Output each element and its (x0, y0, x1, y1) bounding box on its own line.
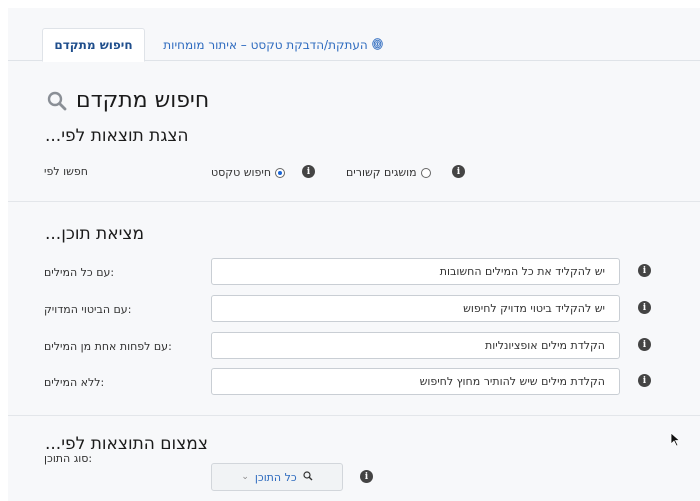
any-words-field[interactable] (211, 332, 620, 359)
radio-related-concepts[interactable]: מושגים קשורים (346, 166, 431, 179)
info-icon[interactable]: i (360, 470, 373, 483)
content-type-value: כל התוכן (254, 470, 297, 484)
info-icon[interactable]: i (638, 374, 651, 387)
tab-text-paste-expertise[interactable]: העתקת/הדבקת טקסט – איתור מומחיות (158, 28, 388, 62)
fingerprint-icon (371, 37, 383, 53)
radio-text-search-button[interactable] (275, 167, 286, 178)
tab-advanced-search[interactable]: חיפוש מתקדם (42, 28, 145, 62)
content-type-label: :סוג התוכן (44, 452, 93, 465)
narrow-results-heading: ...צמצום התוצאות לפי (45, 434, 208, 454)
without-words-field[interactable] (211, 368, 620, 395)
search-by-label: חפשו לפי (44, 165, 88, 178)
exact-phrase-input[interactable] (226, 302, 605, 315)
info-icon[interactable]: i (302, 165, 315, 178)
search-icon (303, 470, 313, 484)
tab-bar: חיפוש מתקדם העתקת/הדבקת טקסט – איתור מומ… (8, 8, 700, 62)
exact-phrase-label: :עם הביטוי המדויק (44, 303, 132, 316)
tab-text-paste-label: העתקת/הדבקת טקסט – איתור מומחיות (163, 38, 368, 52)
all-words-field[interactable] (211, 258, 620, 285)
section-divider (8, 415, 700, 416)
section-divider (8, 201, 700, 202)
advanced-search-page: חיפוש מתקדם העתקת/הדבקת טקסט – איתור מומ… (8, 8, 700, 501)
radio-text-search[interactable]: חיפוש טקסט (211, 166, 286, 179)
without-words-label: :ללא המילים (44, 376, 105, 389)
mouse-cursor-icon (670, 432, 681, 447)
all-words-input[interactable] (226, 265, 605, 278)
info-icon[interactable]: i (638, 301, 651, 314)
all-words-label: :עם כל המילים (44, 266, 115, 279)
display-results-heading: ...הצגת תוצאות לפי (45, 126, 189, 146)
find-content-heading: ...מציאת תוכן (45, 224, 145, 244)
exact-phrase-field[interactable] (211, 295, 620, 322)
radio-text-search-label: חיפוש טקסט (211, 166, 272, 179)
chevron-down-icon: ⌄ (241, 472, 249, 482)
info-icon[interactable]: i (452, 165, 465, 178)
any-words-input[interactable] (226, 339, 605, 352)
page-title: חיפוש מתקדם (46, 88, 209, 113)
tab-advanced-search-label: חיפוש מתקדם (54, 38, 133, 52)
any-words-label: :עם לפחות אחת מן המילים (44, 340, 172, 353)
info-icon[interactable]: i (638, 338, 651, 351)
radio-related-concepts-button[interactable] (420, 167, 431, 178)
page-title-text: חיפוש מתקדם (76, 88, 210, 113)
content-type-select[interactable]: כל התוכן ⌄ (211, 463, 343, 491)
radio-related-concepts-label: מושגים קשורים (346, 166, 417, 179)
without-words-input[interactable] (226, 375, 605, 388)
search-icon (46, 90, 68, 112)
info-icon[interactable]: i (638, 264, 651, 277)
